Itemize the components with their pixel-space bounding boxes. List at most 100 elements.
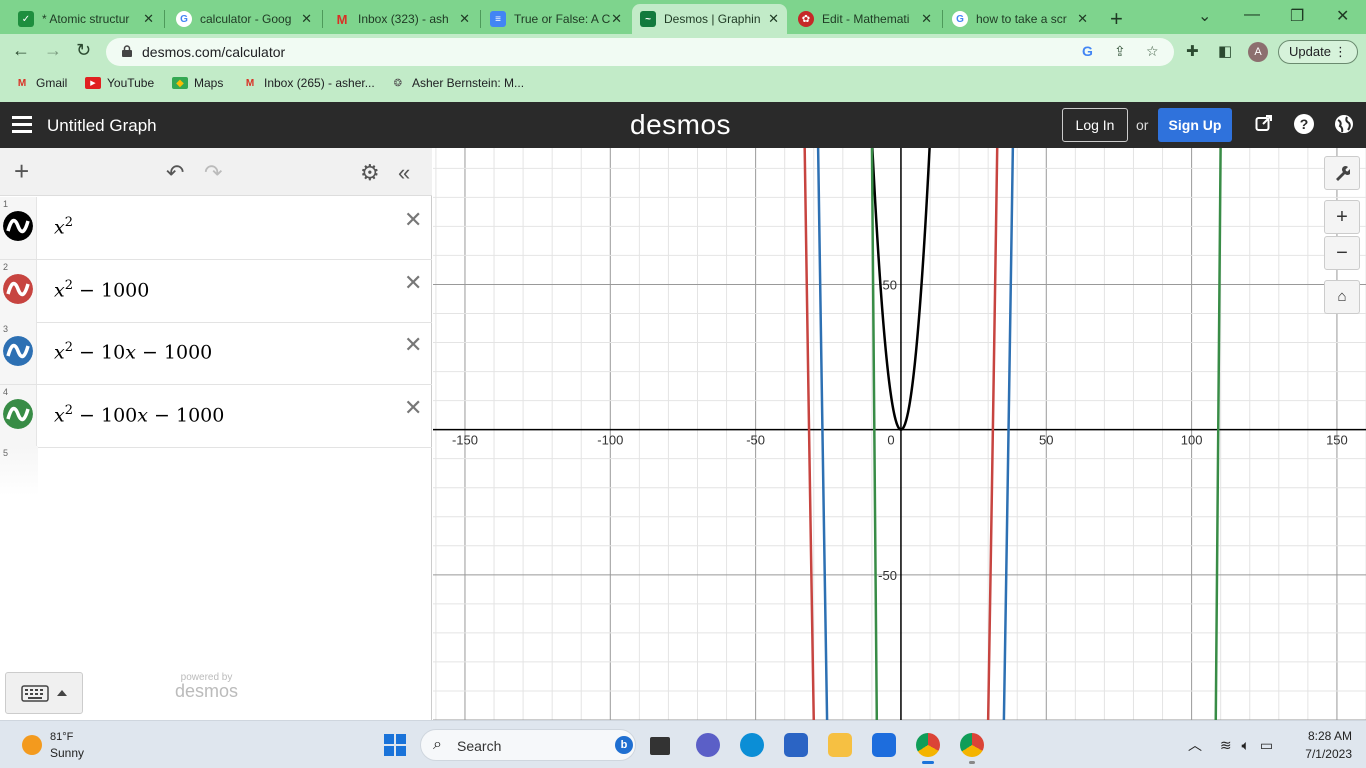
home-icon[interactable]: ⌂ bbox=[1324, 280, 1360, 314]
tab-search-icon[interactable]: ⌄ bbox=[1198, 6, 1211, 26]
menu-icon[interactable] bbox=[12, 116, 32, 134]
minimize-icon[interactable]: — bbox=[1244, 6, 1260, 24]
forward-icon[interactable]: → bbox=[44, 40, 62, 61]
reload-icon[interactable]: ↻ bbox=[76, 40, 91, 61]
chrome-profile-j-icon[interactable] bbox=[960, 733, 984, 764]
volume-icon[interactable]: 🔈︎ bbox=[1242, 737, 1250, 753]
expression-latex[interactable]: x2 − 1000 bbox=[54, 278, 149, 301]
expression-latex[interactable]: x2 − 100x − 1000 bbox=[54, 403, 224, 426]
weather-temperature[interactable]: 81°F bbox=[50, 731, 73, 743]
expression-row-1[interactable]: 1 x2 ✕ bbox=[0, 197, 432, 260]
close-icon[interactable]: ✕ bbox=[1077, 11, 1088, 27]
collapse-panel-icon[interactable]: « bbox=[398, 160, 410, 186]
delete-expression-icon[interactable]: ✕ bbox=[404, 395, 422, 421]
expression-row-2[interactable]: 2 x2 − 1000 ✕ bbox=[0, 260, 432, 323]
graph-style-icon[interactable] bbox=[3, 336, 33, 366]
chevron-up-icon[interactable]: ︿ bbox=[1188, 737, 1202, 753]
star-icon[interactable]: ☆ bbox=[1146, 43, 1159, 60]
teams-chat-icon[interactable] bbox=[696, 733, 720, 757]
login-button[interactable]: Log In bbox=[1062, 108, 1128, 142]
x-tick-label: 0 bbox=[887, 433, 894, 448]
sun-icon[interactable] bbox=[22, 735, 42, 755]
side-panel-icon[interactable]: ◧ bbox=[1218, 42, 1232, 60]
graph-title[interactable]: Untitled Graph bbox=[47, 116, 157, 136]
mail-icon[interactable] bbox=[872, 733, 896, 757]
back-icon[interactable]: ← bbox=[12, 40, 30, 61]
task-view-icon[interactable] bbox=[650, 737, 670, 755]
bookmark-asher[interactable]: ❂ Asher Bernstein: M... bbox=[390, 76, 524, 90]
update-button[interactable]: Update ⋮ bbox=[1278, 40, 1358, 64]
add-item-icon[interactable]: + bbox=[14, 156, 29, 187]
google-lens-icon[interactable]: G bbox=[1082, 43, 1093, 59]
chrome-profile-a-icon[interactable] bbox=[916, 733, 940, 764]
or-text: or bbox=[1136, 117, 1149, 133]
profile-avatar[interactable]: A bbox=[1248, 42, 1268, 62]
desmos-logo: desmos bbox=[630, 109, 732, 140]
tab-edit-mathematics[interactable]: ✿ Edit - Mathemati ✕ bbox=[790, 4, 940, 34]
graph-style-icon[interactable] bbox=[3, 274, 33, 304]
weather-condition[interactable]: Sunny bbox=[50, 746, 84, 760]
gmail-icon: M bbox=[336, 11, 348, 27]
expression-latex[interactable]: x2 bbox=[54, 215, 73, 238]
new-tab-button[interactable]: + bbox=[1110, 6, 1123, 32]
taskbar-search[interactable]: ⌕ Search b bbox=[420, 729, 636, 761]
graph-style-icon[interactable] bbox=[3, 399, 33, 429]
settings-gear-icon[interactable]: ⚙ bbox=[360, 160, 380, 186]
zoom-out-icon[interactable]: − bbox=[1324, 236, 1360, 270]
bookmark-gmail[interactable]: M Gmail bbox=[14, 76, 68, 90]
signup-button[interactable]: Sign Up bbox=[1158, 108, 1232, 142]
bookmark-maps[interactable]: ◆ Maps bbox=[172, 76, 223, 90]
undo-icon[interactable]: ↶ bbox=[166, 160, 184, 186]
close-icon[interactable]: ✕ bbox=[301, 11, 312, 27]
tab-true-or-false[interactable]: ≡ True or False: A C ✕ bbox=[482, 4, 630, 34]
expression-latex[interactable]: x2 − 10x − 1000 bbox=[54, 340, 212, 363]
graph-paper[interactable]: -150 -100 -50 0 50 100 150 50 -50 bbox=[433, 148, 1366, 720]
empty-expression-row[interactable]: 5 bbox=[0, 446, 38, 496]
tab-calculator-google[interactable]: G calculator - Goog ✕ bbox=[168, 4, 320, 34]
graph-settings-wrench-icon[interactable] bbox=[1324, 156, 1360, 190]
expression-row-3[interactable]: 3 x2 − 10x − 1000 ✕ bbox=[0, 322, 432, 385]
help-icon[interactable]: ? bbox=[1294, 114, 1314, 134]
battery-icon[interactable]: ▭ bbox=[1260, 737, 1273, 753]
edit-icon: ✿ bbox=[798, 11, 814, 27]
extensions-icon[interactable]: ✚ bbox=[1186, 42, 1199, 60]
globe-icon[interactable] bbox=[1334, 114, 1354, 134]
x-tick-label: 150 bbox=[1326, 433, 1348, 448]
close-icon[interactable]: ✕ bbox=[768, 11, 779, 27]
close-icon[interactable]: ✕ bbox=[921, 11, 932, 27]
redo-icon[interactable]: ↷ bbox=[204, 160, 222, 186]
tab-inbox[interactable]: M Inbox (323) - ash ✕ bbox=[326, 4, 478, 34]
tab-how-to-screenshot[interactable]: G how to take a scr ✕ bbox=[944, 4, 1096, 34]
file-explorer-icon[interactable] bbox=[828, 733, 852, 757]
store-icon[interactable] bbox=[784, 733, 808, 757]
edge-icon[interactable] bbox=[740, 733, 764, 757]
share-icon[interactable]: ⇪ bbox=[1114, 43, 1126, 60]
system-tray[interactable]: ︿ ≋ 🔈︎ ▭ bbox=[1188, 735, 1273, 755]
zoom-in-icon[interactable]: + bbox=[1324, 200, 1360, 234]
address-bar[interactable]: desmos.com/calculator G ⇪ ☆ bbox=[106, 38, 1174, 66]
tab-desmos[interactable]: ~ Desmos | Graphin ✕ bbox=[632, 4, 787, 34]
close-icon[interactable]: ✕ bbox=[459, 11, 470, 27]
powered-by-desmos: powered by desmos bbox=[175, 672, 239, 701]
graph-style-icon[interactable] bbox=[3, 211, 33, 241]
tab-atomic-structure[interactable]: ✓ * Atomic structur ✕ bbox=[10, 4, 162, 34]
delete-expression-icon[interactable]: ✕ bbox=[404, 207, 422, 233]
delete-expression-icon[interactable]: ✕ bbox=[404, 332, 422, 358]
graph-svg[interactable]: -150 -100 -50 0 50 100 150 50 -50 bbox=[433, 148, 1366, 720]
bookmark-youtube[interactable]: ▶ YouTube bbox=[85, 76, 154, 90]
close-icon[interactable]: ✕ bbox=[143, 11, 154, 27]
delete-expression-icon[interactable]: ✕ bbox=[404, 270, 422, 296]
window-close-icon[interactable]: ✕ bbox=[1336, 6, 1349, 26]
maps-icon: ◆ bbox=[172, 77, 188, 89]
share-graph-icon[interactable] bbox=[1254, 114, 1274, 134]
expression-row-4[interactable]: 4 x2 − 100x − 1000 ✕ bbox=[0, 385, 432, 448]
bookmark-inbox[interactable]: M Inbox (265) - asher... bbox=[242, 76, 375, 90]
restore-icon[interactable]: ❐ bbox=[1290, 6, 1304, 26]
windows-start-icon[interactable] bbox=[384, 734, 406, 756]
bing-icon[interactable]: b bbox=[615, 736, 633, 754]
system-clock[interactable]: 8:28 AM 7/1/2023 bbox=[1302, 729, 1352, 765]
keyboard-icon bbox=[21, 685, 67, 702]
close-icon[interactable]: ✕ bbox=[611, 11, 622, 27]
keyboard-toggle-button[interactable] bbox=[5, 672, 83, 714]
wifi-icon[interactable]: ≋ bbox=[1220, 737, 1232, 753]
